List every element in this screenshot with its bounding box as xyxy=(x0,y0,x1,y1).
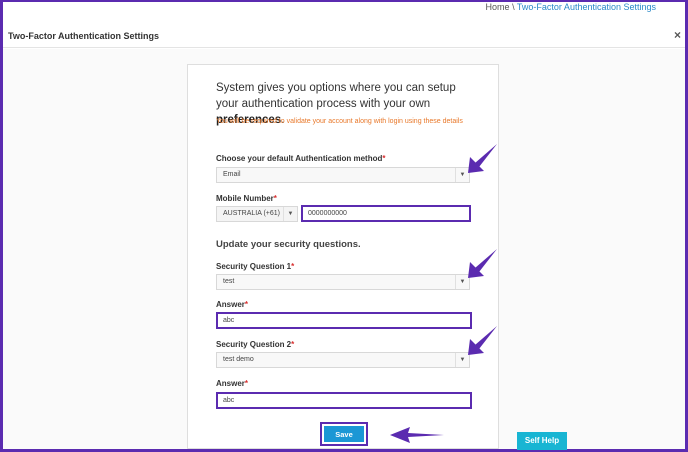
security-heading: Update your security questions. xyxy=(216,239,361,250)
mobile-label: Mobile Number* xyxy=(216,194,277,203)
arrow-icon xyxy=(390,427,444,443)
intro-body: System gives you options where you can s… xyxy=(216,82,456,110)
modal-header: Two-Factor Authentication Settings × xyxy=(3,18,685,48)
chevron-down-icon: ▼ xyxy=(283,207,297,221)
mobile-number-input[interactable]: 0000000000 xyxy=(301,205,471,222)
required-marker: * xyxy=(291,340,295,349)
country-code-value: AUSTRALIA (+61) xyxy=(223,210,280,217)
breadcrumb-current[interactable]: Two-Factor Authentication Settings xyxy=(517,2,656,12)
question1-label: Security Question 1* xyxy=(216,262,294,271)
breadcrumb-home[interactable]: Home xyxy=(486,2,510,12)
answer2-label-text: Answer xyxy=(216,379,245,388)
arrow-icon xyxy=(468,144,497,173)
self-help-button[interactable]: Self Help xyxy=(517,432,567,450)
mobile-label-text: Mobile Number xyxy=(216,194,274,203)
question2-value: test demo xyxy=(223,356,254,363)
close-icon[interactable]: × xyxy=(674,29,681,41)
required-marker: * xyxy=(244,379,249,388)
arrow-icon xyxy=(468,326,497,355)
required-marker: * xyxy=(244,300,249,309)
answer1-label: Answer* xyxy=(216,300,248,309)
country-code-select[interactable]: AUSTRALIA (+61) ▼ xyxy=(216,206,298,222)
question1-label-text: Security Question 1 xyxy=(216,262,292,271)
question2-label: Security Question 2* xyxy=(216,340,294,349)
modal-title: Two-Factor Authentication Settings xyxy=(8,31,159,41)
save-button-highlight: Save xyxy=(320,422,368,446)
breadcrumb: Home \ Two-Factor Authentication Setting… xyxy=(486,2,656,12)
auth-method-value: Email xyxy=(223,171,241,178)
required-marker: * xyxy=(291,262,295,271)
auth-method-select[interactable]: Email ▼ xyxy=(216,167,470,183)
auth-method-label: Choose your default Authentication metho… xyxy=(216,154,386,163)
breadcrumb-separator: \ xyxy=(512,2,515,12)
arrow-icon xyxy=(468,249,497,278)
answer2-input[interactable]: abc xyxy=(216,392,472,409)
answer2-label: Answer* xyxy=(216,379,248,388)
required-marker: * xyxy=(273,194,277,203)
required-marker: * xyxy=(382,154,386,163)
save-button[interactable]: Save xyxy=(324,426,364,442)
answer1-input[interactable]: abc xyxy=(216,312,472,329)
question1-value: test xyxy=(223,278,235,285)
answer1-label-text: Answer xyxy=(216,300,245,309)
question2-select[interactable]: test demo ▼ xyxy=(216,352,470,368)
question2-label-text: Security Question 2 xyxy=(216,340,292,349)
question1-select[interactable]: test ▼ xyxy=(216,274,470,290)
validation-note: You will be required to validate your ac… xyxy=(216,118,463,125)
auth-method-label-text: Choose your default Authentication metho… xyxy=(216,154,383,163)
settings-card: System gives you options where you can s… xyxy=(187,64,499,449)
